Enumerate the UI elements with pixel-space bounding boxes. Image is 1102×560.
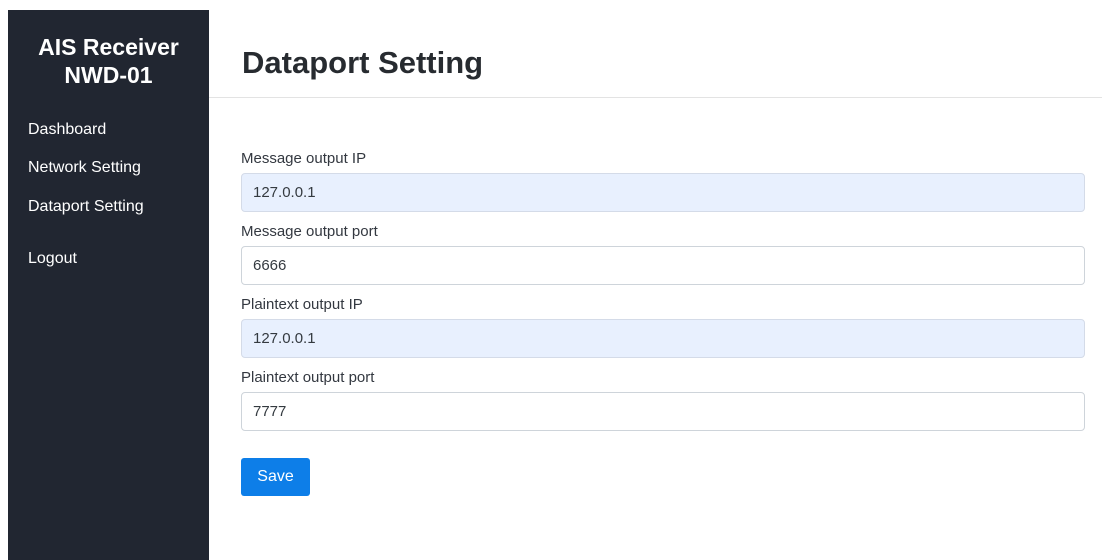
field-group-message-port: Message output port — [241, 218, 1086, 285]
field-group-message-ip: Message output IP — [241, 145, 1086, 212]
plaintext-output-ip-input[interactable] — [241, 319, 1085, 358]
sidebar: AIS Receiver NWD-01 Dashboard Network Se… — [8, 10, 209, 560]
brand-line-2: NWD-01 — [64, 62, 153, 88]
save-button[interactable]: Save — [241, 458, 310, 496]
message-output-port-label: Message output port — [241, 223, 378, 240]
sidebar-item-network-setting[interactable]: Network Setting — [28, 158, 141, 178]
sidebar-item-dashboard[interactable]: Dashboard — [28, 120, 106, 140]
dataport-form: Message output IP Message output port Pl… — [241, 145, 1086, 437]
sidebar-item-dataport-setting[interactable]: Dataport Setting — [28, 197, 144, 217]
plaintext-output-ip-label: Plaintext output IP — [241, 296, 363, 313]
message-output-ip-input[interactable] — [241, 173, 1085, 212]
page: AIS Receiver NWD-01 Dashboard Network Se… — [0, 0, 1102, 560]
message-output-port-input[interactable] — [241, 246, 1085, 285]
sidebar-item-logout[interactable]: Logout — [28, 249, 77, 269]
plaintext-output-port-input[interactable] — [241, 392, 1085, 431]
message-output-ip-label: Message output IP — [241, 150, 367, 167]
field-group-plaintext-ip: Plaintext output IP — [241, 291, 1086, 358]
field-group-plaintext-port: Plaintext output port — [241, 364, 1086, 431]
header: Dataport Setting — [209, 10, 1102, 98]
plaintext-output-port-label: Plaintext output port — [241, 369, 375, 386]
brand-title: AIS Receiver NWD-01 — [8, 10, 209, 116]
brand-line-1: AIS Receiver — [38, 34, 179, 60]
page-title: Dataport Setting — [242, 45, 484, 80]
